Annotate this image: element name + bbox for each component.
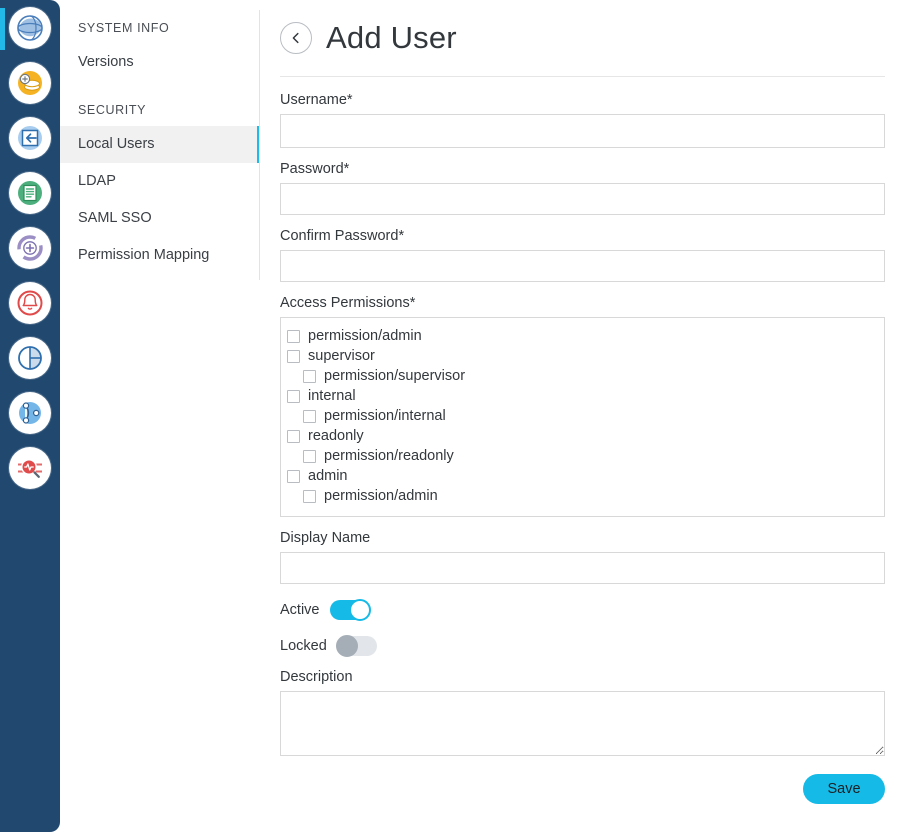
form-actions: Save xyxy=(280,774,885,804)
header-divider xyxy=(280,76,885,77)
add-user-page: SYSTEM INFO Versions SECURITY Local User… xyxy=(0,0,900,832)
sidebar-item-label: LDAP xyxy=(78,173,116,189)
permission-checkbox[interactable] xyxy=(287,329,300,343)
login-arrow-icon xyxy=(9,116,51,159)
permission-row[interactable]: supervisor xyxy=(287,346,878,366)
page-header: Add User xyxy=(280,14,457,62)
nav-group-security-label: SECURITY xyxy=(78,103,147,117)
description-label: Description xyxy=(280,669,353,685)
add-user-form: Username* Password* Confirm Password* Ac… xyxy=(280,92,885,804)
access-permissions-list[interactable]: permission/admin supervisor permission/sup… xyxy=(280,317,885,517)
permission-row[interactable]: permission/internal xyxy=(287,406,878,426)
permission-checkbox[interactable] xyxy=(303,409,316,423)
sidebar-item-local-users[interactable]: Local Users xyxy=(60,126,260,163)
rail-item-reports[interactable] xyxy=(0,330,60,385)
spinner-add-icon xyxy=(9,226,51,269)
nav-group-system-info-label: SYSTEM INFO xyxy=(78,21,170,35)
permission-row[interactable]: admin xyxy=(287,466,878,486)
username-label: Username* xyxy=(280,92,353,108)
rail-item-monitoring[interactable] xyxy=(0,440,60,495)
permission-label: readonly xyxy=(308,428,364,444)
main-content: Add User Username* Password* Confirm Pas… xyxy=(260,0,900,832)
permission-label: permission/admin xyxy=(324,488,438,504)
permission-checkbox[interactable] xyxy=(287,469,300,483)
permission-row[interactable]: permission/supervisor xyxy=(287,366,878,386)
save-button[interactable]: Save xyxy=(803,774,885,804)
confirm-password-input[interactable] xyxy=(280,250,885,282)
confirm-password-label: Confirm Password* xyxy=(280,228,405,244)
coins-add-icon xyxy=(9,61,51,104)
permission-label: internal xyxy=(308,388,356,404)
document-list-icon xyxy=(9,171,51,214)
toggle-knob xyxy=(348,599,371,621)
password-input[interactable] xyxy=(280,183,885,215)
permission-checkbox[interactable] xyxy=(303,489,316,503)
rail-item-access[interactable] xyxy=(0,110,60,165)
access-permissions-group: Access Permissions* permission/admin supe… xyxy=(280,295,885,517)
permission-checkbox[interactable] xyxy=(303,369,316,383)
chevron-left-icon xyxy=(292,32,299,44)
dashboard-globe-icon xyxy=(9,6,51,49)
access-permissions-label: Access Permissions* xyxy=(280,295,416,311)
back-button[interactable] xyxy=(280,22,312,54)
sidebar-item-saml-sso[interactable]: SAML SSO xyxy=(60,200,260,237)
permission-row[interactable]: permission/admin xyxy=(287,486,878,506)
permission-label: permission/supervisor xyxy=(324,368,466,384)
contrast-circle-icon xyxy=(9,336,51,379)
sidebar-item-versions[interactable]: Versions xyxy=(60,44,260,81)
password-label: Password* xyxy=(280,161,350,177)
permission-row[interactable]: internal xyxy=(287,386,878,406)
display-name-input[interactable] xyxy=(280,552,885,584)
permission-checkbox[interactable] xyxy=(287,389,300,403)
permission-checkbox[interactable] xyxy=(303,449,316,463)
locked-toggle-row: Locked xyxy=(280,633,885,659)
locked-toggle[interactable] xyxy=(335,635,377,657)
nav-list-security: Local Users LDAP SAML SSO Permission Map… xyxy=(60,126,260,274)
rail-item-provisioning[interactable] xyxy=(0,220,60,275)
sidebar-item-label: Versions xyxy=(78,54,134,70)
rail-item-billing[interactable] xyxy=(0,55,60,110)
node-graph-icon xyxy=(9,391,51,434)
password-field-group: Password* xyxy=(280,161,885,215)
display-name-label: Display Name xyxy=(280,530,371,546)
active-toggle-row: Active xyxy=(280,597,885,623)
toggle-knob xyxy=(335,635,358,657)
rail-item-logs[interactable] xyxy=(0,165,60,220)
rail-item-alerts[interactable] xyxy=(0,275,60,330)
permission-label: admin xyxy=(308,468,348,484)
description-input[interactable] xyxy=(280,691,885,756)
display-name-field-group: Display Name xyxy=(280,530,885,584)
permission-checkbox[interactable] xyxy=(287,349,300,363)
username-field-group: Username* xyxy=(280,92,885,148)
description-field-group: Description xyxy=(280,669,885,756)
confirm-password-field-group: Confirm Password* xyxy=(280,228,885,282)
permission-row[interactable]: permission/readonly xyxy=(287,446,878,466)
page-title: Add User xyxy=(326,20,457,55)
permission-checkbox[interactable] xyxy=(287,429,300,443)
settings-sidebar: SYSTEM INFO Versions SECURITY Local User… xyxy=(60,0,260,832)
sidebar-item-permission-mapping[interactable]: Permission Mapping xyxy=(60,237,260,274)
nav-list-system-info: Versions xyxy=(60,44,260,81)
sidebar-item-label: Local Users xyxy=(78,136,155,152)
username-input[interactable] xyxy=(280,114,885,148)
permission-row[interactable]: readonly xyxy=(287,426,878,446)
permission-label: permission/admin xyxy=(308,328,422,344)
permission-label: permission/internal xyxy=(324,408,446,424)
sidebar-item-label: SAML SSO xyxy=(78,210,152,226)
bell-alert-icon xyxy=(9,281,51,324)
permission-row[interactable]: permission/admin xyxy=(287,326,878,346)
rail-item-dashboard[interactable] xyxy=(0,0,60,55)
pulse-search-icon xyxy=(9,446,51,489)
rail-icon-list xyxy=(0,0,60,495)
active-toggle[interactable] xyxy=(329,599,371,621)
rail-item-topology[interactable] xyxy=(0,385,60,440)
sidebar-item-ldap[interactable]: LDAP xyxy=(60,163,260,200)
active-label: Active xyxy=(280,602,320,618)
app-icon-rail xyxy=(0,0,60,832)
permission-label: supervisor xyxy=(308,348,375,364)
permission-label: permission/readonly xyxy=(324,448,454,464)
sidebar-item-label: Permission Mapping xyxy=(78,247,210,263)
locked-label: Locked xyxy=(280,638,327,654)
